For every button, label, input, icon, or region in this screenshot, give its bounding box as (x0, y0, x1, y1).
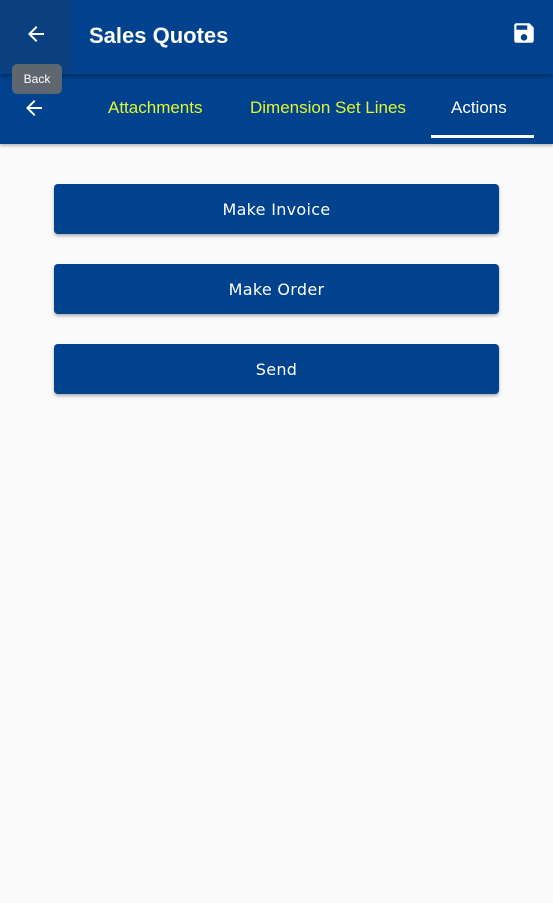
floppy-disk-icon (511, 20, 537, 51)
active-tab-indicator (431, 135, 534, 138)
back-tooltip: Back (12, 64, 62, 94)
save-button[interactable] (495, 11, 553, 59)
tab-actions[interactable]: Actions (451, 96, 507, 120)
arrow-left-icon (24, 22, 48, 51)
actions-panel: Make Invoice Make Order Send (0, 144, 553, 903)
tab-back-button[interactable] (12, 94, 56, 126)
arrow-left-icon (22, 96, 46, 125)
tab-dimension-set-lines[interactable]: Dimension Set Lines (250, 96, 406, 120)
tab-bar: Attachments Dimension Set Lines Actions (0, 74, 553, 144)
make-invoice-button[interactable]: Make Invoice (54, 184, 499, 234)
back-button[interactable] (0, 0, 72, 72)
make-order-button[interactable]: Make Order (54, 264, 499, 314)
app-bar: Sales Quotes (0, 0, 553, 74)
page-title: Sales Quotes (89, 23, 229, 48)
send-button[interactable]: Send (54, 344, 499, 394)
tab-attachments[interactable]: Attachments (108, 96, 203, 120)
